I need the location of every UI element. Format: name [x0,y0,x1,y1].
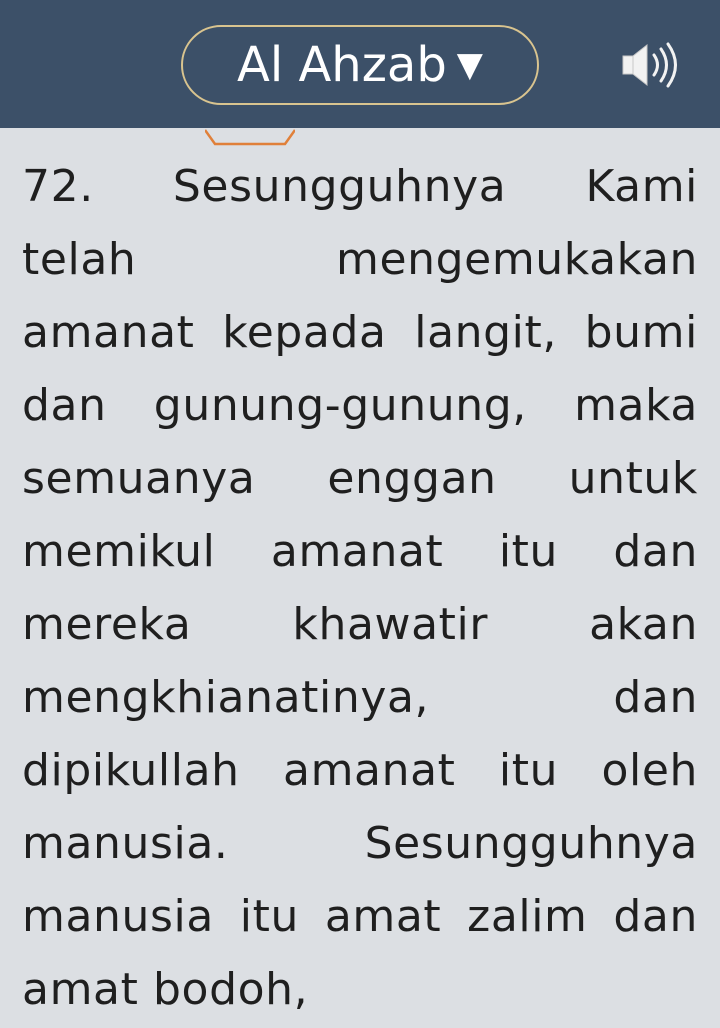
verse-word: amanat [283,745,456,796]
verse-word: manusia. [22,818,229,869]
verse-word: zalim [467,891,588,942]
verse-line: manusia itu amat zalim dan [22,880,698,953]
verse-word: mengemukakan [336,234,698,285]
verse-word: dan [613,672,698,723]
verse-word: Sesungguhnya [172,161,507,212]
app-header: Al Ahzab ▼ [0,0,720,128]
verse-word: bumi [584,307,698,358]
verse-word: amat [324,891,442,942]
verse-line: telah mengemukakan [22,223,698,296]
caret-down-icon: ▼ [456,45,483,85]
verse-line: amat bodoh, [22,953,698,1026]
verse-line: dan gunung-gunung, maka [22,369,698,442]
verse-word: dan [22,380,107,431]
audio-button[interactable] [620,40,690,90]
verse-word: langit, [414,307,557,358]
verse-word: semuanya [22,453,256,504]
verse-word: kepada [222,307,387,358]
verse-line: amanat kepada langit, bumi [22,296,698,369]
surah-selector[interactable]: Al Ahzab ▼ [181,25,539,105]
verse-word: gunung-gunung, [153,380,527,431]
verse-word: amanat [270,526,444,577]
verse-word: mereka [22,599,192,650]
verse-word: dan [613,891,698,942]
verse-word: amanat [22,307,195,358]
verse-line: semuanya enggan untuk [22,442,698,515]
verse-word: itu [498,745,559,796]
verse-word: manusia [22,891,214,942]
verse-line: 72. Sesungguhnya Kami [22,150,698,223]
verse-word: dan [613,526,698,577]
verse-line: dipikullah amanat itu oleh [22,734,698,807]
verse-word: akan [589,599,698,650]
verse-word: maka [574,380,698,431]
verse-text: 72. Sesungguhnya Kami telah mengemukakan aman… [22,150,698,1026]
verse-word: dipikullah [22,745,240,796]
verse-word: amat bodoh, [22,964,309,1015]
surah-name: Al Ahzab [237,37,447,93]
verse-word: untuk [568,453,698,504]
verse-word: 72. [22,161,94,212]
verse-line: mengkhianatinya, dan [22,661,698,734]
verse-line: mereka khawatir akan [22,588,698,661]
speaker-icon [622,42,677,88]
verse-word: memikul [22,526,216,577]
verse-word: oleh [601,745,698,796]
verse-word: itu [239,891,299,942]
verse-word: enggan [327,453,497,504]
verse-word: khawatir [292,599,489,650]
verse-word: mengkhianatinya, [22,672,430,723]
verse-word: telah [22,234,137,285]
verse-word: itu [498,526,558,577]
verse-word: Kami [585,161,698,212]
verse-word: Sesungguhnya [364,818,698,869]
active-tab-marker [205,129,295,146]
verse-line: memikul amanat itu dan [22,515,698,588]
verse-line: manusia. Sesungguhnya [22,807,698,880]
